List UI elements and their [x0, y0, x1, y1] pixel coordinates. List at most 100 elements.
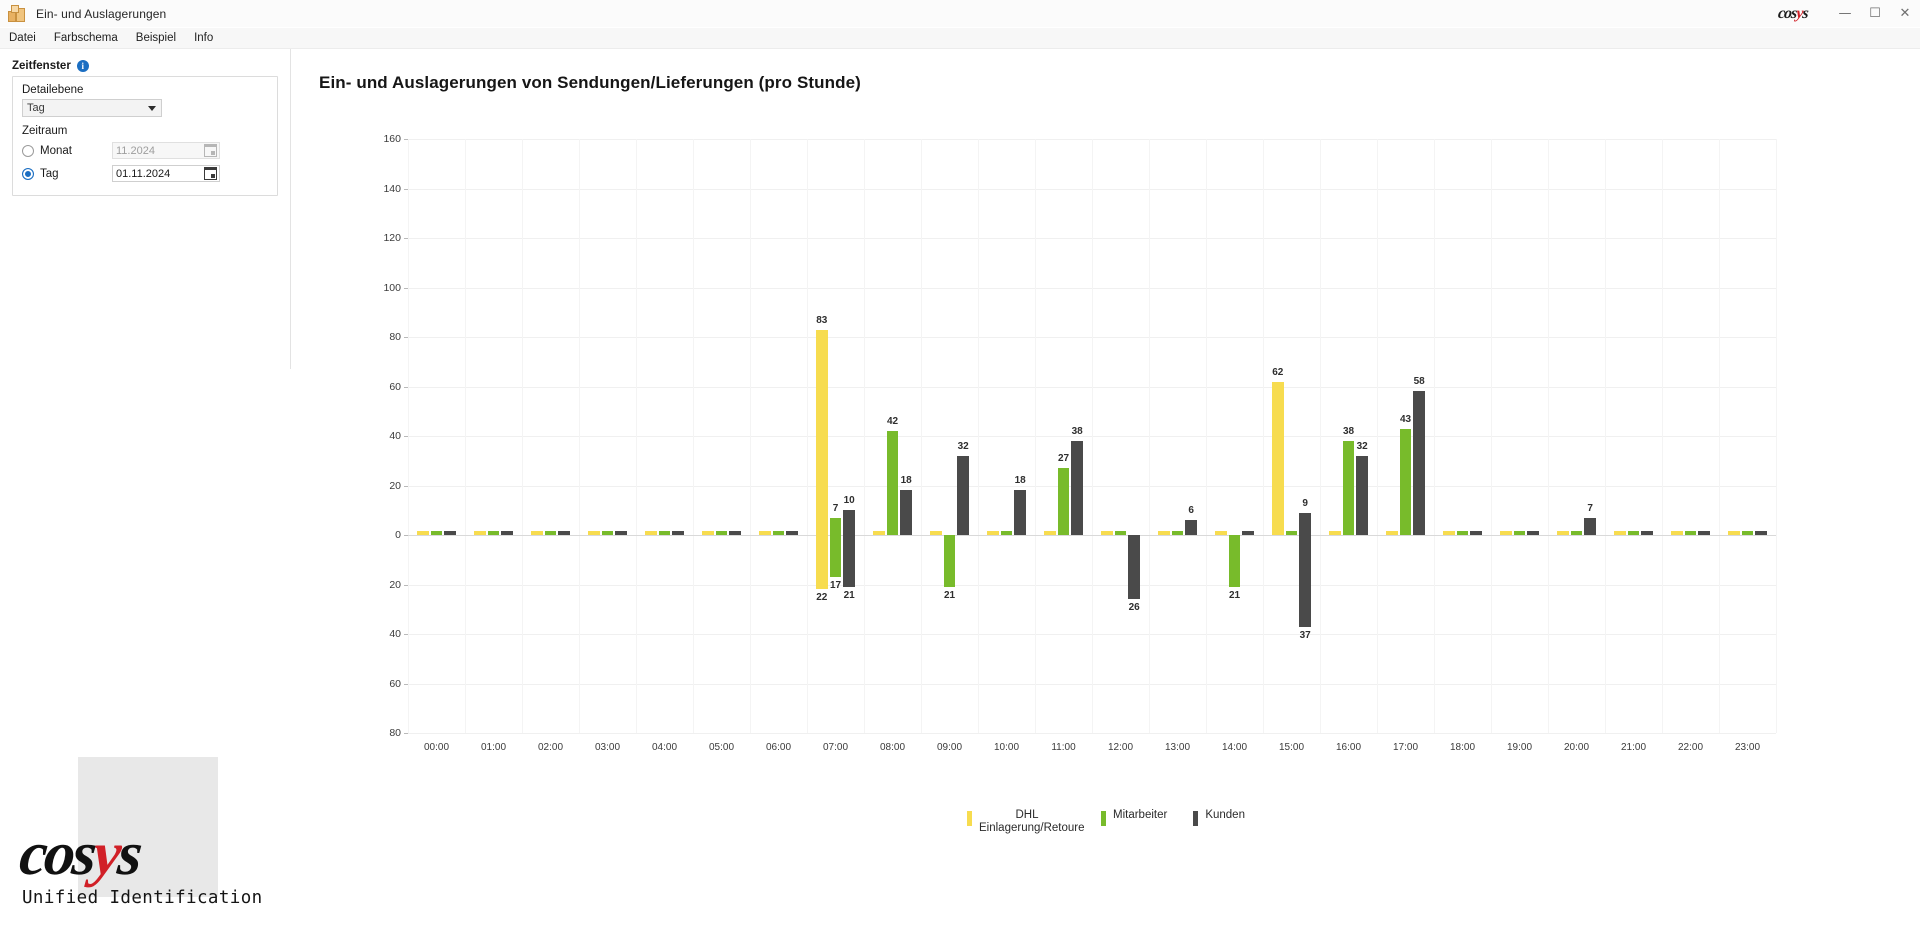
chart-bar[interactable]: [1386, 531, 1398, 535]
chart-bar[interactable]: [1057, 468, 1070, 535]
chart-bar[interactable]: [1500, 531, 1512, 535]
chart-bar[interactable]: [843, 535, 855, 587]
chart-bar[interactable]: [1641, 531, 1653, 535]
menu-item-farbschema[interactable]: Farbschema: [45, 29, 127, 47]
chart-bar[interactable]: [1470, 531, 1482, 535]
close-button[interactable]: ✕: [1890, 1, 1920, 27]
chart-bar[interactable]: [702, 531, 714, 535]
chart-bar[interactable]: [759, 531, 771, 535]
chart-bar[interactable]: [1158, 531, 1170, 535]
chart-bar[interactable]: [843, 510, 855, 535]
chart-bar[interactable]: [1299, 535, 1311, 627]
chart-bar[interactable]: [1557, 531, 1569, 535]
chart-bar[interactable]: [1101, 531, 1113, 535]
chart-bar[interactable]: [1071, 440, 1083, 535]
chart-bar[interactable]: [430, 531, 443, 535]
radio-tag[interactable]: [22, 167, 34, 180]
chart-bar[interactable]: [1413, 391, 1425, 535]
calendar-icon-month[interactable]: [204, 144, 217, 157]
y-axis-tick-label: 60: [389, 380, 401, 393]
chart-bar[interactable]: [930, 531, 942, 535]
chart-bar[interactable]: [1399, 428, 1412, 535]
calendar-icon-day[interactable]: [204, 167, 217, 180]
chart-bar[interactable]: [772, 531, 785, 535]
chart-bar[interactable]: [645, 531, 657, 535]
chart-bar[interactable]: [1356, 455, 1368, 535]
chart-bar[interactable]: [987, 531, 999, 535]
chart-bar[interactable]: [1584, 517, 1596, 535]
chart-bar[interactable]: [829, 517, 842, 535]
chart-bar[interactable]: [1342, 440, 1355, 535]
chart-bar[interactable]: [474, 531, 486, 535]
chart-bar[interactable]: [658, 531, 671, 535]
chart-bar[interactable]: [1272, 381, 1284, 535]
zero-baseline: [408, 535, 1776, 536]
chart-bar[interactable]: [1513, 531, 1526, 535]
chart-bar[interactable]: [1614, 531, 1626, 535]
chart-bar[interactable]: [1684, 531, 1697, 535]
chart-bar[interactable]: [1171, 531, 1184, 535]
chart-bar[interactable]: [873, 531, 885, 535]
chart-bar[interactable]: [544, 531, 557, 535]
chart-bar[interactable]: [1014, 490, 1026, 535]
chart-bar[interactable]: [1128, 535, 1140, 600]
legend-item[interactable]: Kunden: [1193, 809, 1245, 826]
chart-bar[interactable]: [816, 535, 828, 590]
chart-bar[interactable]: [558, 531, 570, 535]
chart-bar[interactable]: [1215, 531, 1227, 535]
chart-bar[interactable]: [417, 531, 429, 535]
chart-bar[interactable]: [729, 531, 741, 535]
day-input[interactable]: 01.11.2024: [112, 165, 220, 182]
chart-bar[interactable]: [1329, 531, 1341, 535]
chart-bar[interactable]: [1000, 531, 1013, 535]
chart-bar[interactable]: [957, 455, 969, 535]
chart-bar[interactable]: [786, 531, 798, 535]
info-icon[interactable]: i: [76, 60, 89, 72]
chart-bar[interactable]: [1242, 531, 1254, 535]
chart-bar[interactable]: [487, 531, 500, 535]
legend-swatch-icon: [967, 811, 972, 826]
radio-monat[interactable]: [22, 144, 34, 157]
chart-bar[interactable]: [1741, 531, 1754, 535]
chart-bar[interactable]: [816, 329, 828, 535]
minimize-button[interactable]: —: [1830, 1, 1860, 27]
brand-right: s: [1801, 4, 1809, 22]
chart-bar[interactable]: [1671, 531, 1683, 535]
chart-bar[interactable]: [1185, 520, 1197, 535]
chart-bar[interactable]: [1044, 531, 1056, 535]
chart-bar[interactable]: [588, 531, 600, 535]
chart-bar[interactable]: [829, 535, 842, 578]
menu-item-info[interactable]: Info: [185, 29, 222, 47]
month-input[interactable]: 11.2024: [112, 142, 220, 159]
chart-bar[interactable]: [1698, 531, 1710, 535]
chart-bar[interactable]: [531, 531, 543, 535]
chart-bar[interactable]: [615, 531, 627, 535]
chart-bar[interactable]: [1570, 531, 1583, 535]
maximize-button[interactable]: ☐: [1860, 1, 1890, 27]
chart-bar[interactable]: [1443, 531, 1455, 535]
legend-item[interactable]: Mitarbeiter: [1101, 809, 1167, 826]
menu-item-beispiel[interactable]: Beispiel: [127, 29, 185, 47]
chart-bar[interactable]: [900, 490, 912, 535]
menu-item-datei[interactable]: Datei: [0, 29, 45, 47]
chart-bar[interactable]: [1228, 535, 1241, 587]
chart-bar[interactable]: [1627, 531, 1640, 535]
chart-bar[interactable]: [886, 431, 899, 535]
chart-bar[interactable]: [1114, 531, 1127, 535]
chart-panel: Ein- und Auslagerungen von Sendungen/Lie…: [292, 49, 1920, 937]
detailebene-select[interactable]: Tag: [22, 99, 162, 117]
chart-bar[interactable]: [672, 531, 684, 535]
chart-bar[interactable]: [444, 531, 456, 535]
chart-bar[interactable]: [943, 535, 956, 587]
chart-bar[interactable]: [1755, 531, 1767, 535]
chart-bar[interactable]: [501, 531, 513, 535]
bar-value-label: 32: [957, 440, 969, 452]
chart-bar[interactable]: [1285, 531, 1298, 535]
chart-bar[interactable]: [1456, 531, 1469, 535]
chart-bar[interactable]: [1527, 531, 1539, 535]
chart-bar[interactable]: [715, 531, 728, 535]
legend-item[interactable]: DHL Einlagerung/Retoure: [967, 809, 1085, 835]
chart-bar[interactable]: [601, 531, 614, 535]
chart-bar[interactable]: [1728, 531, 1740, 535]
chart-bar[interactable]: [1299, 512, 1311, 535]
